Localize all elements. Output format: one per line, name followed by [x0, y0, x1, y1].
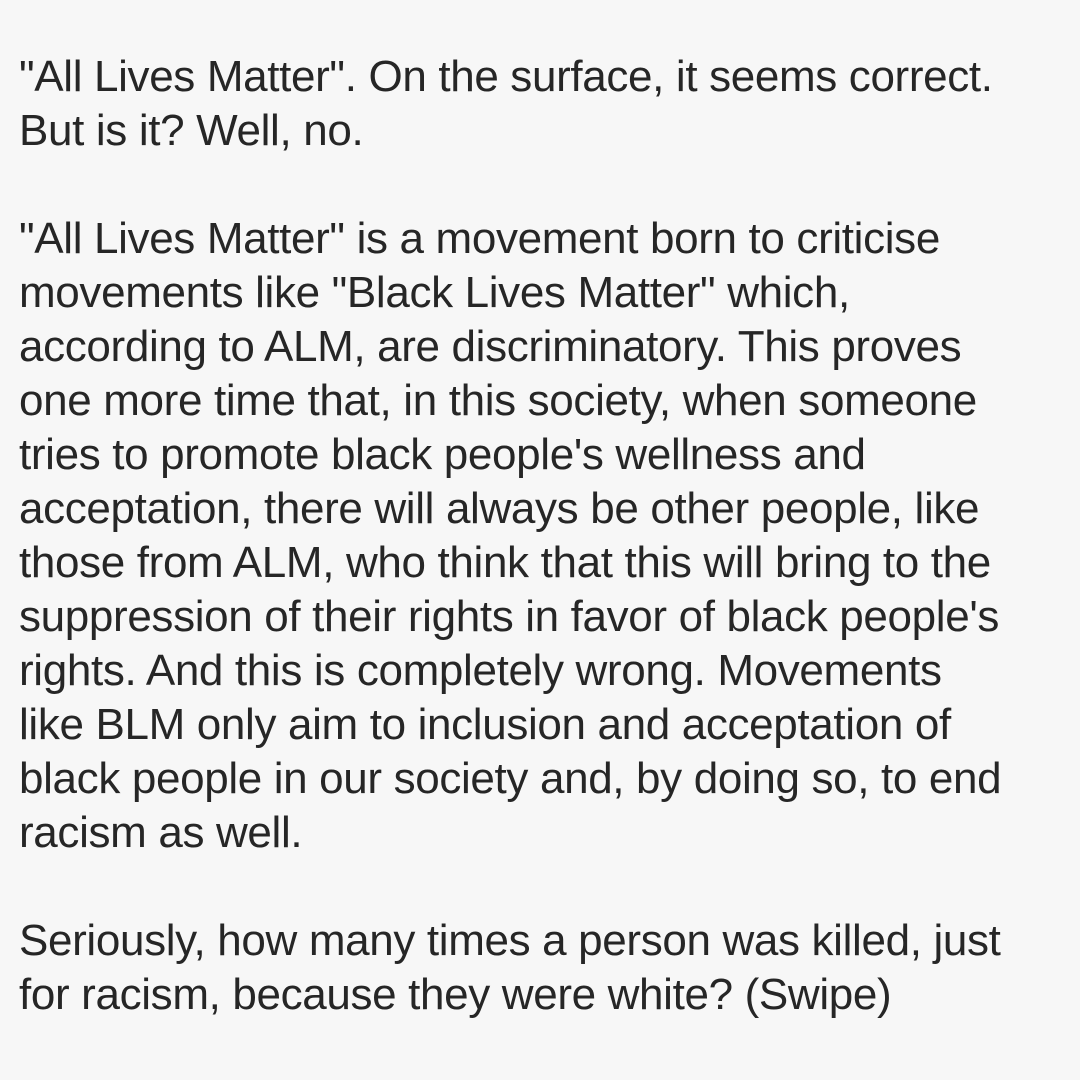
text-line: suppression of their rights in favor of … [19, 592, 1000, 641]
text-line: Seriously, how many times a person was k… [19, 916, 1001, 965]
text-line: one more time that, in this society, whe… [19, 376, 977, 425]
post-text: "All Lives Matter". On the surface, it s… [19, 50, 1077, 1022]
text-line: according to ALM, are discriminatory. Th… [19, 322, 962, 371]
text-line: those from ALM, who think that this will… [19, 538, 991, 587]
text-line: rights. And this is completely wrong. Mo… [19, 646, 942, 695]
text-line: "All Lives Matter" is a movement born to… [19, 214, 940, 263]
text-line: tries to promote black people's wellness… [19, 430, 866, 479]
text-line: movements like "Black Lives Matter" whic… [19, 268, 850, 317]
post-page: "All Lives Matter". On the surface, it s… [0, 0, 1080, 1080]
paragraph-1: "All Lives Matter". On the surface, it s… [19, 50, 1077, 158]
text-line: acceptation, there will always be other … [19, 484, 980, 533]
text-line: But is it? Well, no. [19, 106, 364, 155]
paragraph-2: "All Lives Matter" is a movement born to… [19, 212, 1077, 860]
paragraph-3: Seriously, how many times a person was k… [19, 914, 1077, 1022]
text-line: for racism, because they were white? (Sw… [19, 970, 892, 1019]
text-line: "All Lives Matter". On the surface, it s… [19, 52, 993, 101]
text-line: racism as well. [19, 808, 303, 857]
text-line: like BLM only aim to inclusion and accep… [19, 700, 951, 749]
text-line: black people in our society and, by doin… [19, 754, 1002, 803]
